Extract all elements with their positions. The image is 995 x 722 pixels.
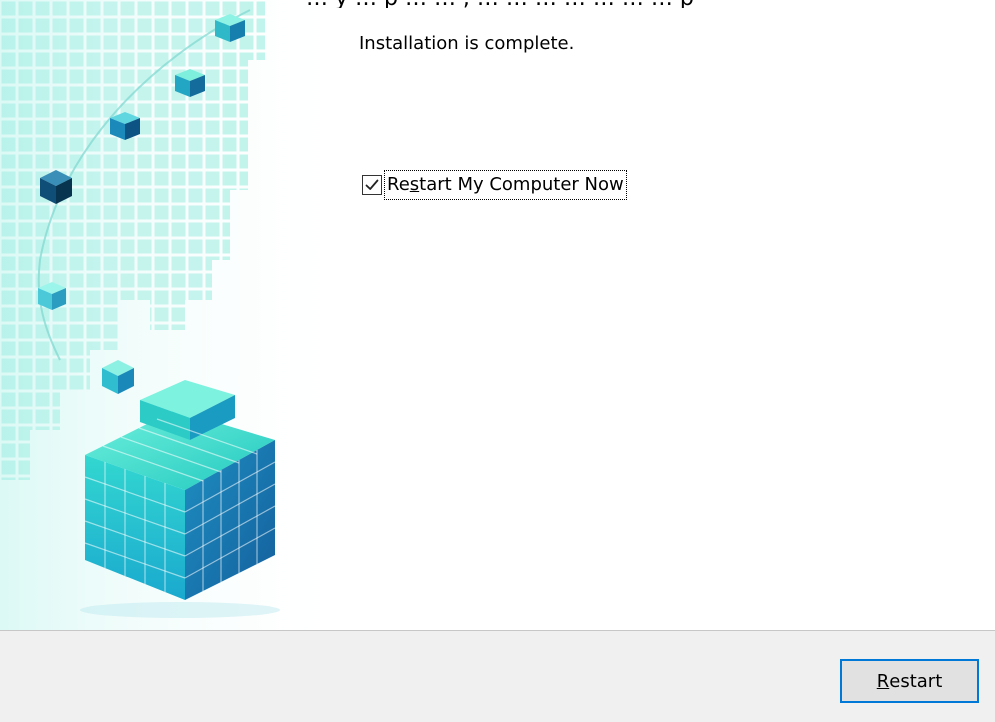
label-part-after: tart My Computer Now — [419, 174, 624, 195]
checkbox-box[interactable] — [362, 175, 382, 195]
label-part-before: Re — [387, 174, 410, 195]
checkmark-icon — [365, 179, 379, 190]
restart-now-checkbox[interactable]: Restart My Computer Now — [362, 168, 627, 202]
content-area: _ … y … p … … , … … … … … … … p Installa… — [0, 0, 995, 630]
cube-graphic-icon — [0, 0, 350, 630]
restart-label-rest: estart — [889, 670, 943, 692]
restart-button[interactable]: Restart — [840, 659, 979, 703]
completion-message: Installation is complete. — [359, 33, 575, 54]
restart-now-label[interactable]: Restart My Computer Now — [384, 170, 627, 200]
clipped-header-text: _ … y … p … … , … … … … … … … p — [288, 0, 995, 8]
label-mnemonic: s — [409, 174, 420, 195]
restart-mnemonic: R — [876, 670, 890, 692]
footer-bar: Restart — [0, 631, 995, 722]
installer-window: _ … y … p … … , … … … … … … … p Installa… — [0, 0, 995, 722]
